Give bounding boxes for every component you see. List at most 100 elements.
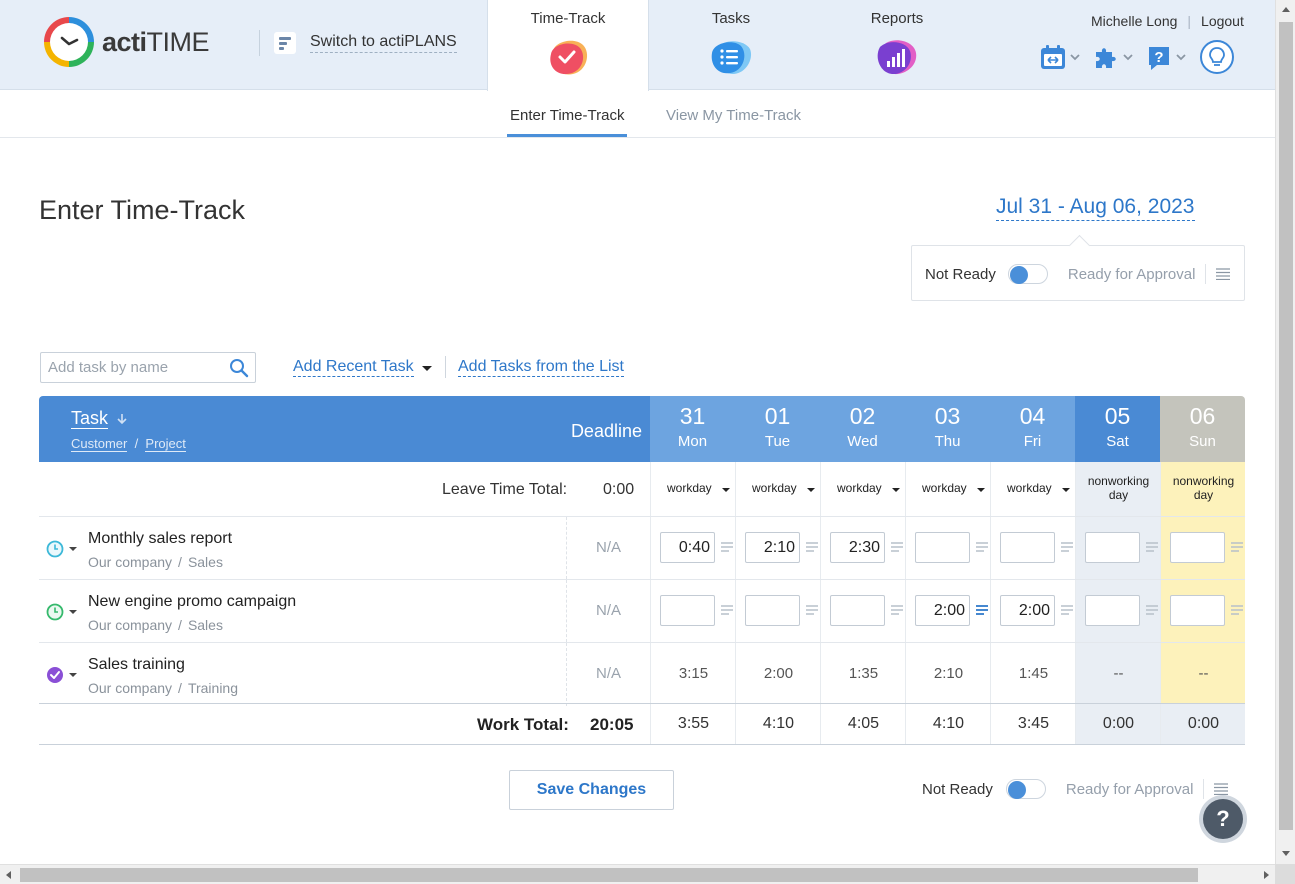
user-name-link[interactable]: Michelle Long (1091, 13, 1177, 29)
time-input[interactable] (745, 595, 800, 626)
comment-icon[interactable] (721, 605, 733, 615)
comment-filled-icon[interactable] (976, 605, 988, 615)
task-name[interactable]: New engine promo campaign (88, 593, 296, 611)
day-type-select[interactable]: workday (990, 462, 1075, 516)
subtab-enter-time-track[interactable]: Enter Time-Track (507, 107, 628, 137)
chevron-down-icon (807, 488, 815, 492)
svg-text:?: ? (1154, 49, 1163, 66)
task-status-menu[interactable] (46, 603, 77, 621)
approval-history-button[interactable] (1205, 264, 1231, 284)
brand-name: actiTIME (102, 26, 210, 57)
project-sort-header[interactable]: Project (145, 436, 186, 452)
time-input[interactable] (1085, 532, 1140, 563)
timesheet-grid: Task Customer / Project Deadline 31 Mon 0… (39, 396, 1245, 745)
user-links: Michelle Long | Logout (1091, 13, 1244, 29)
time-input[interactable]: 2:10 (745, 532, 800, 563)
time-input[interactable] (830, 595, 885, 626)
time-readonly: 1:45 (1018, 665, 1049, 682)
comment-icon[interactable] (1061, 542, 1073, 552)
help-menu[interactable]: ? (1145, 43, 1186, 71)
task-search-input[interactable] (41, 353, 221, 382)
comment-icon[interactable] (721, 542, 733, 552)
comment-icon[interactable] (806, 542, 818, 552)
date-range-picker[interactable]: Jul 31 - Aug 06, 2023 (996, 195, 1195, 221)
task-customer-project: Our company / Sales (88, 617, 223, 633)
task-name[interactable]: Sales training (88, 656, 185, 674)
tab-time-track-label: Time-Track (530, 10, 606, 27)
task-status-menu[interactable] (46, 666, 77, 684)
tips-button[interactable] (1200, 40, 1234, 74)
horizontal-scrollbar[interactable] (0, 864, 1275, 884)
day-header-tue: 01 Tue (735, 396, 820, 462)
sort-arrow-icon[interactable] (117, 413, 127, 425)
vertical-scrollbar[interactable] (1275, 0, 1295, 864)
task-status-menu[interactable] (46, 540, 77, 558)
day-type-select[interactable]: workday (905, 462, 990, 516)
switch-to-actiplans[interactable]: Switch to actiPLANS (259, 30, 457, 56)
nonworking-day-label: nonworking day (1160, 462, 1245, 516)
task-row: Monthly sales report Our company / Sales N… (39, 517, 1245, 580)
time-input[interactable] (1085, 595, 1140, 626)
ready-for-approval-label: Ready for Approval (1067, 265, 1196, 283)
scroll-thumb (20, 868, 1198, 882)
day-header-sun: 06 Sun (1160, 396, 1245, 462)
approval-toggle[interactable] (1005, 779, 1046, 799)
day-total: 3:55 (677, 715, 710, 732)
time-input[interactable]: 2:00 (915, 595, 970, 626)
day-total: 4:10 (762, 715, 795, 732)
task-column-header: Task Customer / Project Deadline (39, 396, 650, 462)
search-icon[interactable] (229, 358, 249, 378)
task-search-box (40, 352, 256, 383)
day-type-select[interactable]: workday (820, 462, 905, 516)
chevron-down-icon[interactable] (422, 366, 432, 371)
subtab-view-my-time-track[interactable]: View My Time-Track (666, 107, 801, 124)
approval-toggle[interactable] (1007, 264, 1048, 284)
comment-icon[interactable] (1231, 605, 1243, 615)
tab-reports-label: Reports (870, 10, 924, 27)
time-input[interactable] (915, 532, 970, 563)
day-header-thu: 03 Thu (905, 396, 990, 462)
tab-tasks[interactable]: Tasks (650, 0, 812, 91)
work-total-label: Work Total: (477, 715, 569, 734)
comment-icon[interactable] (976, 542, 988, 552)
divider (445, 356, 446, 378)
time-input[interactable]: 2:30 (830, 532, 885, 563)
tab-reports[interactable]: Reports (816, 0, 978, 91)
comment-icon[interactable] (891, 605, 903, 615)
task-name[interactable]: Monthly sales report (88, 530, 232, 548)
calendar-menu[interactable] (1039, 43, 1080, 71)
customer-sort-header[interactable]: Customer (71, 436, 128, 452)
leave-time-label: Leave Time Total: (442, 481, 568, 498)
logout-link[interactable]: Logout (1201, 13, 1244, 29)
help-question-icon: ? (1203, 799, 1243, 839)
list-icon (1216, 268, 1231, 280)
actitime-logo[interactable]: actiTIME (44, 17, 210, 67)
addons-menu[interactable] (1092, 43, 1133, 71)
time-readonly: 3:15 (678, 665, 709, 682)
tab-tasks-label: Tasks (711, 10, 751, 27)
timetrack-check-icon (550, 40, 588, 75)
comment-icon[interactable] (1231, 542, 1243, 552)
chevron-down-icon (1123, 54, 1133, 61)
comment-icon[interactable] (806, 605, 818, 615)
task-sort-header[interactable]: Task (71, 408, 109, 429)
help-floating-button[interactable]: ? (1199, 795, 1247, 843)
add-tasks-from-list-button[interactable]: Add Tasks from the List (458, 358, 624, 377)
comment-icon[interactable] (1061, 605, 1073, 615)
tab-time-track[interactable]: Time-Track (487, 0, 649, 91)
time-input[interactable] (1170, 532, 1225, 563)
add-recent-task-button[interactable]: Add Recent Task (293, 358, 414, 377)
time-input[interactable] (1170, 595, 1225, 626)
day-type-select[interactable]: workday (735, 462, 820, 516)
comment-icon[interactable] (1146, 605, 1158, 615)
save-changes-button[interactable]: Save Changes (509, 770, 674, 810)
time-input[interactable] (1000, 532, 1055, 563)
time-input[interactable]: 0:40 (660, 532, 715, 563)
time-input[interactable] (660, 595, 715, 626)
chevron-down-icon (892, 488, 900, 492)
chevron-down-icon (69, 673, 77, 677)
comment-icon[interactable] (1146, 542, 1158, 552)
time-input[interactable]: 2:00 (1000, 595, 1055, 626)
day-type-select[interactable]: workday (650, 462, 735, 516)
comment-icon[interactable] (891, 542, 903, 552)
